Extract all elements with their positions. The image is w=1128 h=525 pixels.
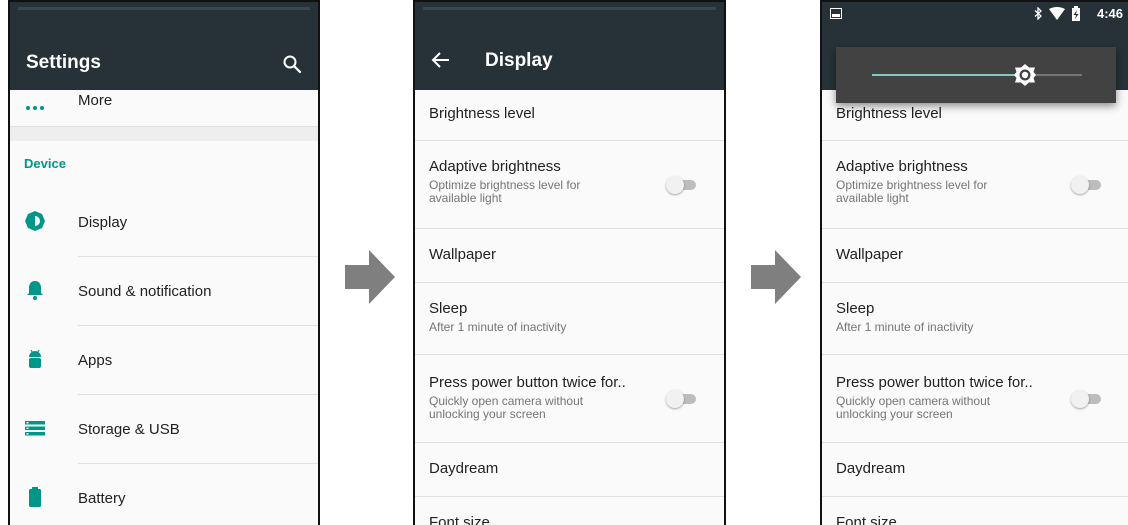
display-screen: Display Brightness level Adaptive bright…	[413, 0, 726, 525]
settings-item-label: Battery	[78, 490, 126, 507]
pref-font-size[interactable]: Font size	[822, 497, 1128, 525]
pref-summary: Quickly open camera without unlocking yo…	[836, 394, 991, 421]
bluetooth-icon	[1034, 7, 1042, 20]
page-title: Display	[485, 50, 553, 71]
settings-item-apps[interactable]: Apps	[10, 326, 318, 395]
transition-arrow-icon	[751, 250, 801, 304]
brightness-dialog	[836, 47, 1116, 103]
settings-item-label: Apps	[78, 352, 113, 369]
settings-item-label: Display	[78, 214, 128, 231]
pref-brightness-level[interactable]: Brightness level	[415, 89, 724, 141]
status-time: 4:46	[1096, 6, 1123, 21]
brightness-slider-thumb-icon[interactable]	[1013, 63, 1037, 87]
pref-wallpaper[interactable]: Wallpaper	[822, 229, 1128, 283]
page-title: Settings	[26, 52, 101, 73]
search-icon[interactable]	[282, 54, 302, 74]
pref-title: Press power button twice for..	[429, 374, 626, 391]
pref-sleep[interactable]: Sleep After 1 minute of inactivity	[822, 283, 1128, 355]
power-button-camera-switch[interactable]	[666, 390, 696, 408]
settings-item-more[interactable]: More	[10, 90, 318, 124]
pref-title: Font size	[429, 514, 490, 525]
more-dots-icon	[26, 106, 44, 110]
pref-summary: Quickly open camera without unlocking yo…	[429, 394, 584, 421]
android-icon	[29, 349, 41, 368]
settings-item-label: Storage & USB	[78, 421, 180, 438]
pref-daydream[interactable]: Daydream	[415, 443, 724, 497]
pref-title: Wallpaper	[429, 246, 496, 263]
pref-wallpaper[interactable]: Wallpaper	[415, 229, 724, 283]
screenshot-icon	[830, 8, 842, 19]
wifi-icon	[1049, 7, 1065, 20]
pref-font-size[interactable]: Font size	[415, 497, 724, 525]
pref-title: Sleep	[429, 300, 468, 317]
settings-toolbar: Settings	[10, 26, 318, 90]
pref-title: Font size	[836, 514, 897, 525]
pref-sleep[interactable]: Sleep After 1 minute of inactivity	[415, 283, 724, 355]
settings-screen: Settings More Device Display Sound & not…	[8, 0, 320, 525]
brightness-slider-track-filled[interactable]	[872, 74, 1025, 76]
pref-summary: Optimize brightness level for available …	[429, 178, 581, 205]
pref-title: Daydream	[429, 460, 499, 477]
power-button-camera-switch[interactable]	[1071, 390, 1101, 408]
pref-title: Brightness level	[836, 105, 942, 122]
status-bar: 4:46	[822, 2, 1128, 26]
adaptive-brightness-switch[interactable]	[666, 176, 696, 194]
pref-title: Wallpaper	[836, 246, 903, 263]
settings-item-display[interactable]: Display	[10, 188, 318, 257]
status-bar	[10, 2, 318, 26]
pref-summary: After 1 minute of inactivity	[429, 320, 567, 334]
display-toolbar: Display	[415, 26, 724, 90]
section-divider	[10, 126, 318, 141]
settings-item-label: Sound & notification	[78, 283, 212, 300]
battery-charging-icon	[1072, 6, 1080, 21]
pref-power-button-camera[interactable]: Press power button twice for.. Quickly o…	[415, 355, 724, 443]
settings-item-sound[interactable]: Sound & notification	[10, 257, 318, 326]
storage-icon	[25, 421, 45, 436]
pref-title: Brightness level	[429, 105, 535, 122]
bell-icon	[27, 281, 43, 300]
pref-summary: After 1 minute of inactivity	[836, 320, 974, 334]
pref-title: Sleep	[836, 300, 875, 317]
pref-title: Press power button twice for..	[836, 374, 1033, 391]
section-header-device: Device	[24, 156, 66, 171]
pref-title: Adaptive brightness	[836, 158, 968, 175]
adaptive-brightness-switch[interactable]	[1071, 176, 1101, 194]
brightness-icon	[25, 211, 45, 231]
transition-arrow-icon	[345, 250, 395, 304]
settings-item-battery[interactable]: Battery	[10, 464, 318, 525]
display-screen-brightness-dialog: 4:46 Brightness level Adaptive brightnes…	[820, 0, 1128, 525]
pref-title: Adaptive brightness	[429, 158, 561, 175]
pref-summary: Optimize brightness level for available …	[836, 178, 988, 205]
status-bar	[415, 2, 724, 26]
settings-item-storage[interactable]: Storage & USB	[10, 395, 318, 464]
pref-title: Daydream	[836, 460, 906, 477]
settings-item-label: More	[78, 92, 113, 109]
back-arrow-icon[interactable]	[429, 48, 453, 72]
battery-icon	[29, 487, 41, 507]
pref-adaptive-brightness[interactable]: Adaptive brightness Optimize brightness …	[415, 141, 724, 229]
pref-adaptive-brightness[interactable]: Adaptive brightness Optimize brightness …	[822, 141, 1128, 229]
pref-daydream[interactable]: Daydream	[822, 443, 1128, 497]
pref-power-button-camera[interactable]: Press power button twice for.. Quickly o…	[822, 355, 1128, 443]
